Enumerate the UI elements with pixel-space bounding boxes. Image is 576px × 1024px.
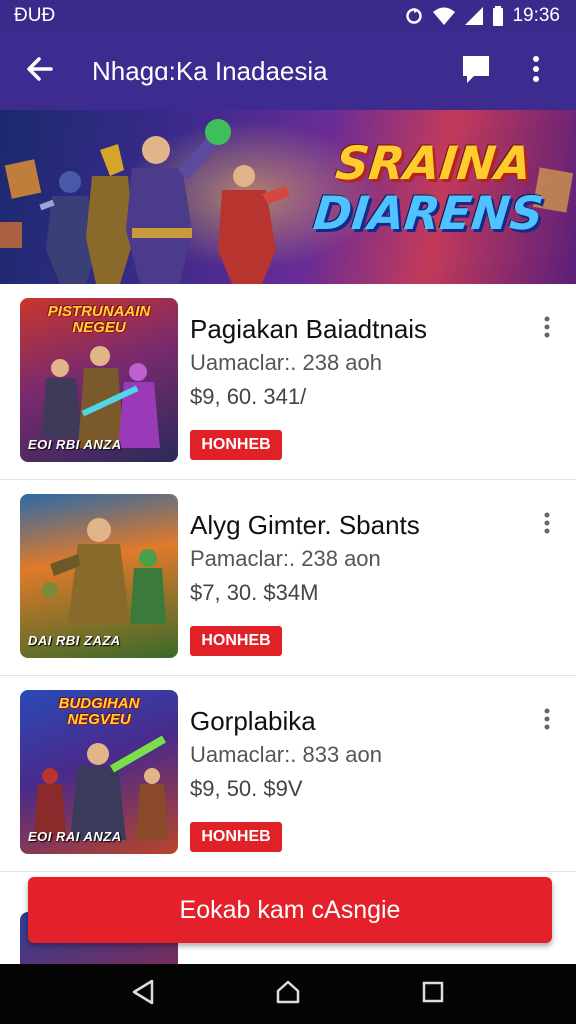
- back-button[interactable]: [0, 32, 78, 110]
- item-more-button[interactable]: [532, 706, 562, 736]
- item-price: $9, 50. $9V: [190, 776, 303, 801]
- battery-icon: [492, 6, 504, 26]
- thumbnail-caption: DAI RBI ZAZA: [28, 633, 121, 648]
- triangle-back-icon: [130, 978, 156, 1011]
- item-price: $9, 60. 341/: [190, 384, 307, 409]
- item-more-button[interactable]: [532, 510, 562, 540]
- item-subtitle: Uamaclar:. 238 aoh: [190, 350, 382, 375]
- item-subtitle: Uamaclar:. 833 aon: [190, 742, 382, 767]
- game-thumbnail[interactable]: BUDGIHAN NEGVEU EOI RAI ANZA: [20, 690, 178, 854]
- wifi-icon: [432, 6, 456, 26]
- item-title: Pagiakan Baiadtnais: [190, 314, 428, 344]
- thumbnail-caption: EOI RAI ANZA: [28, 829, 122, 844]
- banner-title-line1: SRAINA: [333, 136, 535, 190]
- thumbnail-label: BUDGIHAN NEGVEU: [58, 695, 140, 728]
- thumbnail-label: PISTRUNAAIN NEGEU: [47, 303, 151, 336]
- banner-title: SRAINA DIARENS: [301, 136, 561, 240]
- more-vertical-icon: [544, 316, 550, 343]
- item-badge-button[interactable]: HONHEB: [190, 822, 282, 852]
- game-thumbnail[interactable]: PISTRUNAAIN NEGEU EOI RBI ANZA: [20, 298, 178, 462]
- list-item[interactable]: BUDGIHAN NEGVEU EOI RAI ANZA Gorplabika …: [0, 676, 576, 872]
- item-subtitle: Pamaclar:. 238 aon: [190, 546, 381, 571]
- primary-cta-button[interactable]: Eokab kam cAsngie: [28, 877, 552, 943]
- list-item[interactable]: PISTRUNAAIN NEGEU EOI RBI ANZA Pagiakan …: [0, 284, 576, 480]
- clock-text: 19:36: [512, 5, 560, 26]
- status-icons: 19:36: [404, 5, 560, 27]
- item-price: $7, 30. $34M: [190, 580, 319, 605]
- carrier-text: ĐUĐ: [14, 5, 56, 26]
- item-badge-button[interactable]: HONHEB: [190, 626, 282, 656]
- square-recents-icon: [421, 980, 445, 1009]
- promo-banner[interactable]: SRAINA DIARENS: [0, 110, 576, 284]
- nav-back-button[interactable]: [113, 964, 173, 1024]
- list-item[interactable]: DAI RBI ZAZA Alуg Gimter. Sbants Pamacla…: [0, 480, 576, 676]
- home-icon: [274, 978, 302, 1011]
- game-list: PISTRUNAAIN NEGEU EOI RBI ANZA Pagiakan …: [0, 284, 576, 872]
- page-title: Nhagɑ:Ka Inadaesia: [92, 55, 328, 86]
- chat-button[interactable]: [452, 47, 500, 95]
- more-options-button[interactable]: [512, 47, 560, 95]
- item-title: Gorplabika: [190, 706, 316, 736]
- signal-icon: [464, 6, 484, 26]
- item-badge-button[interactable]: HONHEB: [190, 430, 282, 460]
- arrow-left-icon: [25, 55, 53, 88]
- more-vertical-icon: [544, 512, 550, 539]
- chat-bubble-icon: [460, 53, 492, 90]
- more-vertical-icon: [532, 55, 540, 88]
- system-nav-bar: [0, 964, 576, 1024]
- nav-home-button[interactable]: [258, 964, 318, 1024]
- game-thumbnail[interactable]: DAI RBI ZAZA: [20, 494, 178, 658]
- status-bar: ĐUĐ 19:36: [0, 0, 576, 32]
- banner-title-line2: DIARENS: [310, 186, 546, 240]
- more-vertical-icon: [544, 708, 550, 735]
- app-bar: Nhagɑ:Ka Inadaesia: [0, 32, 576, 110]
- item-title: Alуg Gimter. Sbants: [190, 510, 420, 540]
- sync-icon: [404, 6, 424, 26]
- nav-recents-button[interactable]: [403, 964, 463, 1024]
- thumbnail-caption: EOI RBI ANZA: [28, 437, 122, 452]
- item-more-button[interactable]: [532, 314, 562, 344]
